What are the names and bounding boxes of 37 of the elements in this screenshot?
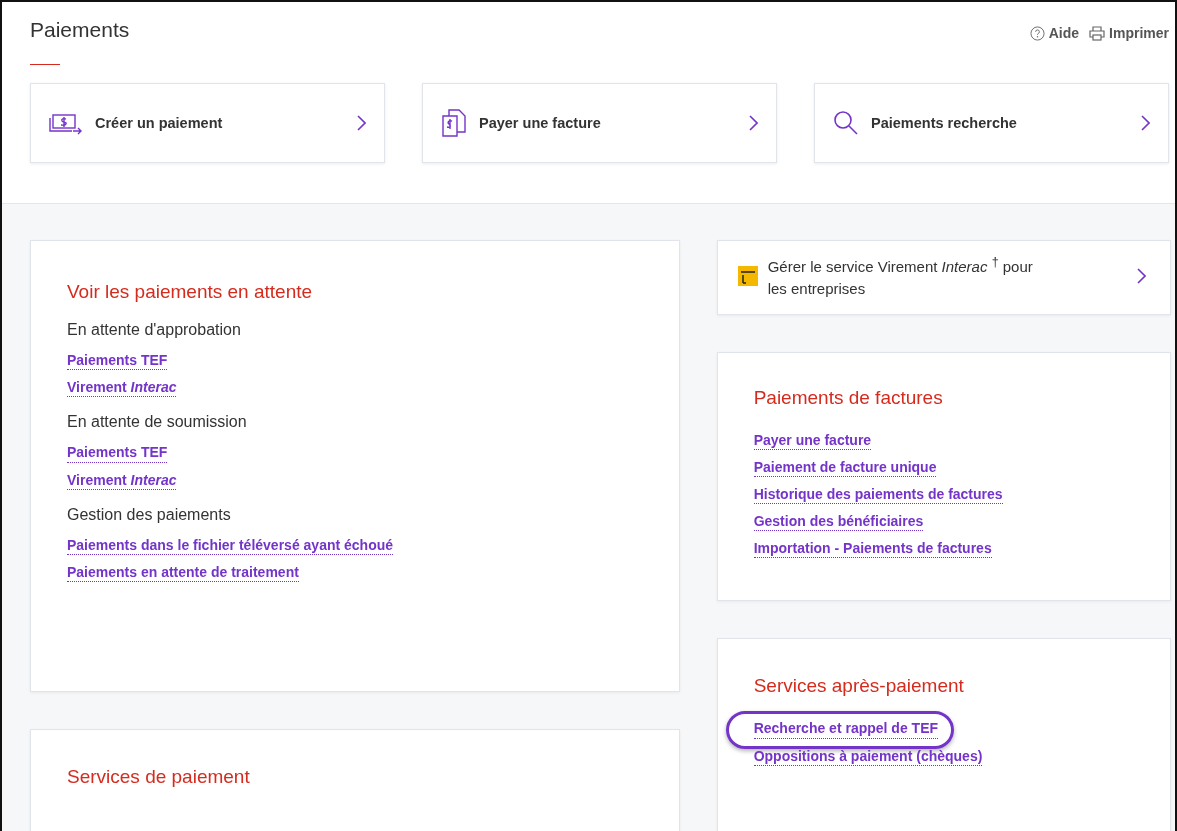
- page-title: Paiements: [30, 18, 130, 42]
- link[interactable]: Oppositions à paiement (chèques): [753, 746, 983, 766]
- help-icon: [1029, 25, 1045, 41]
- link[interactable]: Virement Interac: [67, 470, 177, 490]
- card-title: Services après-paiement: [753, 675, 965, 698]
- print-icon: [1089, 25, 1106, 41]
- quick-action-card[interactable]: Créer un paiement: [30, 83, 385, 163]
- chevron-right-icon: [749, 115, 758, 131]
- group-heading: En attente de soumission: [67, 413, 248, 432]
- quick-action-card[interactable]: Payer une facture: [422, 83, 777, 163]
- link[interactable]: Paiements TEF: [67, 351, 168, 371]
- link[interactable]: Paiements dans le fichier téléversé ayant échoué: [67, 535, 394, 555]
- card-title: Paiements de factures: [753, 386, 944, 409]
- print-link[interactable]: Imprimer: [1089, 25, 1169, 41]
- chevron-right-icon: [1141, 115, 1150, 131]
- chevron-right-icon: [1137, 268, 1146, 285]
- help-link[interactable]: Aide: [1029, 25, 1080, 41]
- link[interactable]: Paiements en attente de traitement: [67, 562, 299, 583]
- card-title: Voir les paiements en attente: [67, 281, 314, 303]
- money-transfer-icon: [49, 111, 83, 135]
- link[interactable]: Virement Interac: [67, 378, 177, 398]
- search-icon: [833, 110, 859, 136]
- bill-icon: [441, 108, 467, 138]
- card-title: Services de paiement: [67, 766, 251, 788]
- link[interactable]: Importation - Paiements de factures: [753, 539, 992, 559]
- link[interactable]: Gestion des bénéficiaires: [753, 512, 924, 532]
- group-heading: Gestion des paiements: [67, 505, 232, 524]
- link[interactable]: Historique des paiements de factures: [753, 484, 1003, 505]
- interac-logo-icon: [737, 266, 758, 287]
- link[interactable]: Recherche et rappel de TEF: [753, 719, 939, 739]
- link[interactable]: Paiement de facture unique: [753, 457, 937, 477]
- interac-service-link[interactable]: Gérer le service Virement Interac $^{†}$ pour les entreprises: [737, 253, 1146, 300]
- link[interactable]: Payer une facture: [753, 430, 872, 450]
- quick-action-card[interactable]: Paiements recherche: [814, 83, 1169, 163]
- chevron-right-icon: [357, 115, 366, 131]
- group-heading: En attente d'approbation: [67, 321, 242, 339]
- link[interactable]: Paiements TEF: [67, 443, 168, 463]
